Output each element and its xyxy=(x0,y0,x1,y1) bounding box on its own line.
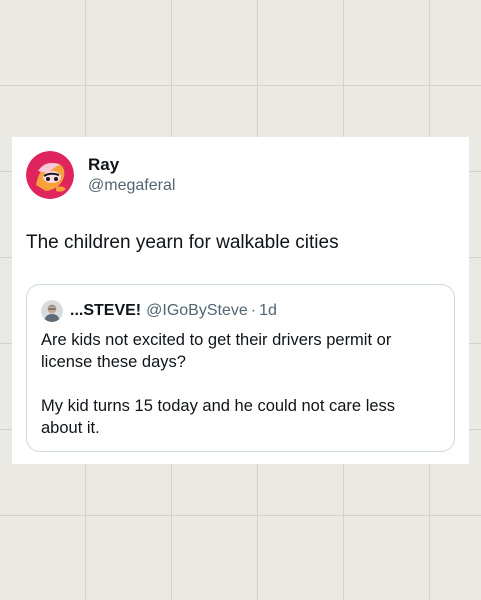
quoted-timestamp[interactable]: 1d xyxy=(259,302,277,320)
dot-separator: · xyxy=(250,302,257,319)
author-display-name[interactable]: Ray xyxy=(88,155,175,175)
quoted-tweet-body: Are kids not excited to get their driver… xyxy=(41,329,431,439)
cartoon-avatar-icon[interactable] xyxy=(26,151,74,199)
quoted-author-name[interactable]: ...STEVE! xyxy=(70,302,141,320)
quoted-tweet-header: ...STEVE! @IGoBySteve · 1d xyxy=(41,299,440,323)
quoted-paragraph: My kid turns 15 today and he could not c… xyxy=(41,397,396,437)
tweet-author[interactable]: Ray @megaferal xyxy=(26,151,175,199)
quoted-paragraph: Are kids not excited to get their driver… xyxy=(41,331,392,371)
quoted-tweet[interactable]: ...STEVE! @IGoBySteve · 1d Are kids not … xyxy=(26,284,455,452)
person-photo-avatar-icon[interactable] xyxy=(41,300,63,322)
quoted-author-handle[interactable]: @IGoBySteve xyxy=(146,302,248,320)
tweet-card[interactable]: Ray @megaferal The children yearn for wa… xyxy=(12,137,469,464)
author-handle[interactable]: @megaferal xyxy=(88,175,175,196)
tweet-text: The children yearn for walkable cities xyxy=(26,232,339,253)
